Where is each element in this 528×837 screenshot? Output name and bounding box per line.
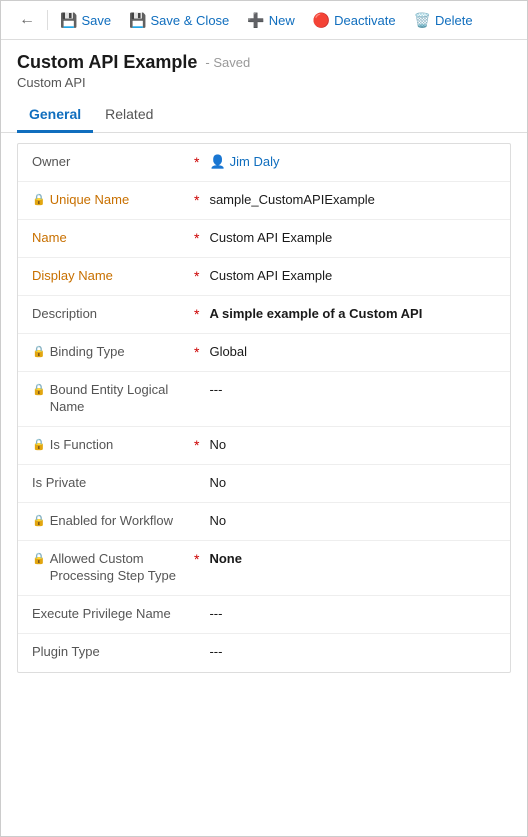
record-header: Custom API Example - Saved Custom API [1,40,527,90]
owner-value[interactable]: 👤 Jim Daly [205,144,510,180]
field-name: Name * Custom API Example [18,220,510,258]
binding-type-value: Global [205,334,510,369]
execute-privilege-value: --- [205,596,510,631]
field-binding-type: 🔒 Binding Type * Global [18,334,510,372]
is-private-label: Is Private [32,475,86,492]
field-plugin-type: Plugin Type * --- [18,634,510,672]
description-label: Description [32,306,97,323]
field-description: Description * A simple example of a Cust… [18,296,510,334]
display-name-required: * [194,258,199,284]
save-close-icon: 💾 [129,12,146,29]
allowed-custom-value: None [205,541,510,576]
field-owner: Owner * 👤 Jim Daly [18,144,510,182]
save-close-button[interactable]: 💾 Save & Close [121,8,237,33]
owner-required: * [194,144,199,170]
save-icon: 💾 [60,12,77,29]
binding-type-label: Binding Type [50,344,125,361]
is-private-value: No [205,465,510,500]
plugin-type-label: Plugin Type [32,644,100,661]
deactivate-icon: 🔴 [313,12,330,29]
saved-status: - Saved [205,55,250,70]
is-function-value: No [205,427,510,462]
lock-icon-binding-type: 🔒 [32,345,46,358]
record-type: Custom API [17,75,511,90]
field-unique-name: 🔒 Unique Name * sample_CustomAPIExample [18,182,510,220]
lock-icon-bound-entity: 🔒 [32,383,46,396]
tab-related[interactable]: Related [93,98,165,133]
binding-type-required: * [194,334,199,360]
bound-entity-label: Bound Entity Logical Name [50,382,178,416]
field-allowed-custom: 🔒 Allowed Custom Processing Step Type * … [18,541,510,596]
back-button[interactable]: ← [11,7,43,33]
plugin-type-value: --- [205,634,510,669]
name-value: Custom API Example [205,220,510,255]
unique-name-required: * [194,182,199,208]
field-is-function: 🔒 Is Function * No [18,427,510,465]
is-function-label: Is Function [50,437,114,454]
is-function-required: * [194,427,199,453]
user-icon: 👤 [209,154,225,170]
lock-icon-unique-name: 🔒 [32,193,46,206]
deactivate-button[interactable]: 🔴 Deactivate [305,8,404,33]
tab-general[interactable]: General [17,98,93,133]
field-display-name: Display Name * Custom API Example [18,258,510,296]
allowed-custom-required: * [194,541,199,567]
record-title: Custom API Example [17,52,197,73]
form-area: Owner * 👤 Jim Daly 🔒 Unique Name * sampl… [1,133,527,683]
lock-icon-allowed-custom: 🔒 [32,552,46,565]
toolbar: ← 💾 Save 💾 Save & Close ➕ New 🔴 Deactiva… [1,1,527,40]
bound-entity-value: --- [205,372,510,407]
owner-label: Owner [32,154,70,171]
enabled-workflow-label: Enabled for Workflow [50,513,173,530]
toolbar-divider-1 [47,10,48,30]
unique-name-value: sample_CustomAPIExample [205,182,510,217]
field-is-private: Is Private * No [18,465,510,503]
form-section: Owner * 👤 Jim Daly 🔒 Unique Name * sampl… [17,143,511,673]
new-icon: ➕ [247,12,264,29]
lock-icon-enabled-workflow: 🔒 [32,514,46,527]
lock-icon-is-function: 🔒 [32,438,46,451]
field-enabled-workflow: 🔒 Enabled for Workflow * No [18,503,510,541]
name-required: * [194,220,199,246]
enabled-workflow-value: No [205,503,510,538]
description-required: * [194,296,199,322]
new-button[interactable]: ➕ New [239,8,302,33]
allowed-custom-label: Allowed Custom Processing Step Type [50,551,178,585]
delete-icon: 🗑️ [414,12,431,29]
delete-button[interactable]: 🗑️ Delete [406,8,481,33]
description-value: A simple example of a Custom API [205,296,510,331]
execute-privilege-label: Execute Privilege Name [32,606,171,623]
display-name-label: Display Name [32,268,113,285]
name-label: Name [32,230,67,247]
field-bound-entity: 🔒 Bound Entity Logical Name * --- [18,372,510,427]
unique-name-label: Unique Name [50,192,130,209]
field-execute-privilege: Execute Privilege Name * --- [18,596,510,634]
save-button[interactable]: 💾 Save [52,8,119,33]
tab-bar: General Related [1,98,527,133]
display-name-value: Custom API Example [205,258,510,293]
